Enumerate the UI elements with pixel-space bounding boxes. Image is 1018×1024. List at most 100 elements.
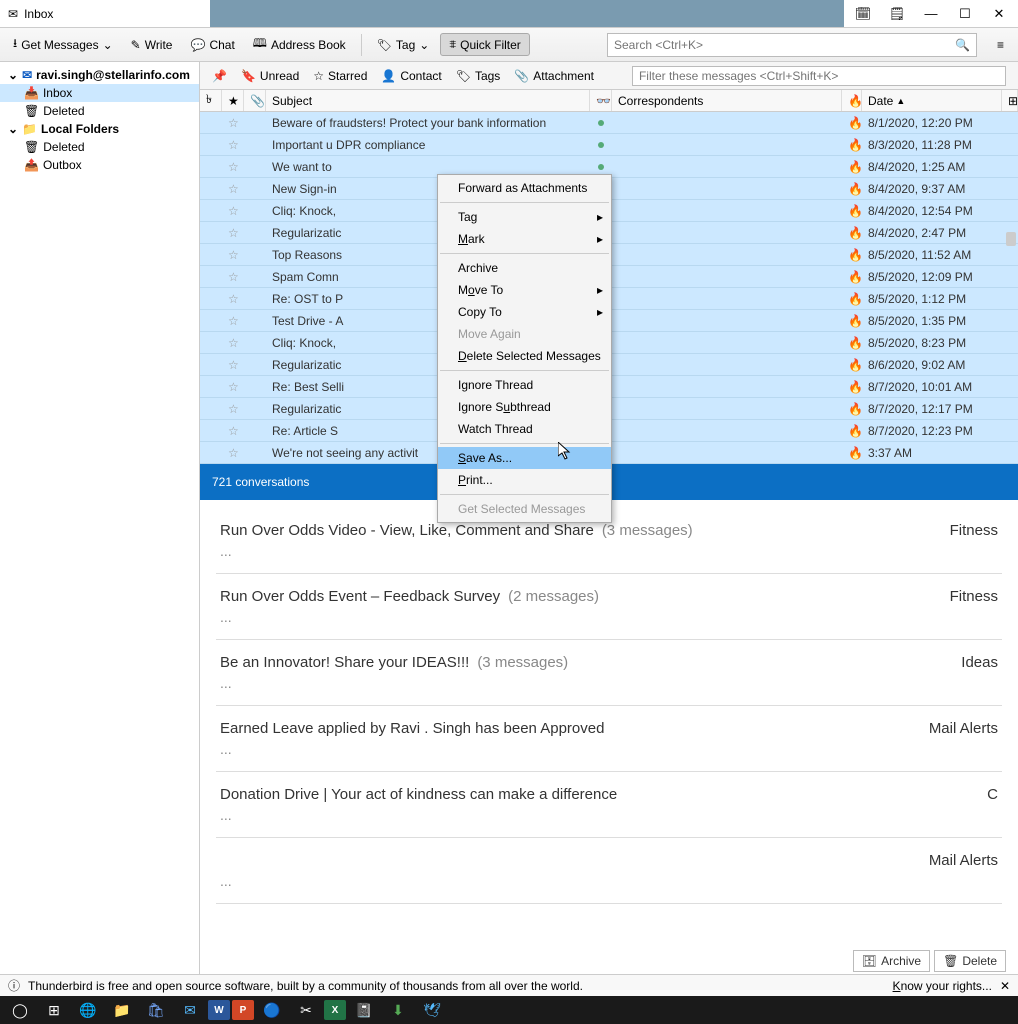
- subject-column[interactable]: Subject: [266, 90, 590, 111]
- conv-preview: ...: [220, 609, 998, 625]
- message-correspondent: [612, 244, 842, 265]
- ctx-mark[interactable]: Mark▸: [438, 228, 611, 250]
- star-icon[interactable]: ☆: [222, 178, 244, 199]
- conversation-item[interactable]: Donation Drive | Your act of kindness ca…: [216, 772, 1002, 838]
- ctx-ignore-subthread[interactable]: Ignore Subthread: [438, 396, 611, 418]
- unread-filter[interactable]: 🔖Unread: [235, 66, 305, 86]
- write-button[interactable]: ✎ Write: [124, 33, 180, 57]
- conversation-item[interactable]: Be an Innovator! Share your IDEAS!!!(3 m…: [216, 640, 1002, 706]
- idm-icon[interactable]: ⬇: [382, 998, 414, 1022]
- star-icon[interactable]: ☆: [222, 376, 244, 397]
- account-node[interactable]: ⌄ ✉ ravi.singh@stellarinfo.com: [0, 66, 199, 84]
- conversation-item[interactable]: Mail Alerts...: [216, 838, 1002, 904]
- powerpoint-icon[interactable]: P: [232, 1000, 254, 1020]
- ctx-copy-to[interactable]: Copy To▸: [438, 301, 611, 323]
- ctx-ignore-thread[interactable]: Ignore Thread: [438, 374, 611, 396]
- snip-icon[interactable]: ✂: [290, 998, 322, 1022]
- star-icon[interactable]: ☆: [222, 134, 244, 155]
- filter-input[interactable]: [632, 66, 1006, 86]
- thunderbird-icon[interactable]: 🕊: [416, 998, 448, 1022]
- excel-icon[interactable]: X: [324, 1000, 346, 1020]
- star-icon[interactable]: ☆: [222, 200, 244, 221]
- explorer-icon[interactable]: 📁: [106, 998, 138, 1022]
- star-icon[interactable]: ☆: [222, 310, 244, 331]
- fire-icon: 🔥: [842, 288, 862, 309]
- ctx-forward-attachments[interactable]: Forward as Attachments: [438, 177, 611, 199]
- fire-icon: 🔥: [842, 354, 862, 375]
- close-notice-button[interactable]: ✕: [1000, 979, 1010, 993]
- star-icon[interactable]: ☆: [222, 244, 244, 265]
- message-date: 3:37 AM: [862, 442, 1002, 463]
- ctx-print[interactable]: Print...: [438, 469, 611, 491]
- tasks-icon[interactable]: 🗒: [882, 1, 912, 27]
- star-icon[interactable]: ☆: [222, 222, 244, 243]
- local-folders-node[interactable]: ⌄ 📁 Local Folders: [0, 120, 199, 138]
- star-icon[interactable]: ☆: [222, 398, 244, 419]
- star-column[interactable]: ★: [222, 90, 244, 111]
- scrollbar-thumb[interactable]: [1006, 232, 1016, 246]
- pin-filter-button[interactable]: 📌: [206, 66, 233, 86]
- onenote-icon[interactable]: 📓: [348, 998, 380, 1022]
- star-icon[interactable]: ☆: [222, 266, 244, 287]
- folder-inbox[interactable]: 📥 Inbox: [0, 84, 199, 102]
- message-row[interactable]: ☆Beware of fraudsters! Protect your bank…: [200, 112, 1018, 134]
- word-icon[interactable]: W: [208, 1000, 230, 1020]
- message-row[interactable]: ☆Important u DPR compliance🔥8/3/2020, 11…: [200, 134, 1018, 156]
- search-icon[interactable]: 🔍: [955, 38, 970, 52]
- folder-deleted[interactable]: 🗑 Deleted: [0, 102, 199, 120]
- submenu-arrow-icon: ▸: [597, 232, 603, 246]
- ctx-move-to[interactable]: Move To▸: [438, 279, 611, 301]
- search-box[interactable]: 🔍: [607, 33, 977, 57]
- contact-filter[interactable]: 👤Contact: [375, 66, 447, 86]
- conversation-list[interactable]: Run Over Odds Video - View, Like, Commen…: [200, 500, 1018, 974]
- ctx-tag[interactable]: Tag▸: [438, 206, 611, 228]
- column-picker[interactable]: ⊞: [1002, 90, 1018, 111]
- star-icon[interactable]: ☆: [222, 354, 244, 375]
- folder-local-deleted[interactable]: 🗑 Deleted: [0, 138, 199, 156]
- ctx-save-as[interactable]: Save As...: [438, 447, 611, 469]
- store-icon[interactable]: 🛍: [140, 998, 172, 1022]
- starred-filter[interactable]: ☆Starred: [307, 66, 373, 86]
- read-column[interactable]: 👓: [590, 90, 612, 111]
- priority-column[interactable]: 🔥: [842, 90, 862, 111]
- folder-outbox[interactable]: 📤 Outbox: [0, 156, 199, 174]
- attachment-filter[interactable]: 📎Attachment: [508, 66, 600, 86]
- star-icon[interactable]: ☆: [222, 288, 244, 309]
- start-button[interactable]: ◯: [4, 998, 36, 1022]
- archive-button[interactable]: 🗄Archive: [853, 950, 930, 972]
- minimize-button[interactable]: —: [916, 1, 946, 27]
- know-your-rights-link[interactable]: Know your rights...: [893, 979, 992, 993]
- star-icon[interactable]: ☆: [222, 156, 244, 177]
- conversation-item[interactable]: Run Over Odds Event – Feedback Survey(2 …: [216, 574, 1002, 640]
- titlebar-drag[interactable]: [210, 0, 844, 27]
- star-icon[interactable]: ☆: [222, 112, 244, 133]
- maximize-button[interactable]: ☐: [950, 1, 980, 27]
- edge-icon[interactable]: 🌐: [72, 998, 104, 1022]
- close-button[interactable]: ✕: [984, 1, 1014, 27]
- tags-filter[interactable]: 🏷Tags: [450, 66, 507, 86]
- date-column[interactable]: Date▲: [862, 90, 1002, 111]
- chrome-icon[interactable]: 🔵: [256, 998, 288, 1022]
- star-icon[interactable]: ☆: [222, 420, 244, 441]
- mail-icon[interactable]: ✉: [174, 998, 206, 1022]
- delete-button[interactable]: 🗑Delete: [934, 950, 1006, 972]
- task-view-button[interactable]: ⊞: [38, 998, 70, 1022]
- ctx-watch-thread[interactable]: Watch Thread: [438, 418, 611, 440]
- quick-filter-button[interactable]: ⩨ Quick Filter: [440, 33, 529, 56]
- star-icon[interactable]: ☆: [222, 332, 244, 353]
- star-icon[interactable]: ☆: [222, 442, 244, 463]
- chat-button[interactable]: 💬 Chat: [183, 33, 241, 57]
- app-menu-button[interactable]: ≡: [989, 34, 1012, 56]
- search-input[interactable]: [614, 38, 955, 52]
- conversation-item[interactable]: Earned Leave applied by Ravi . Singh has…: [216, 706, 1002, 772]
- attachment-column[interactable]: 📎: [244, 90, 266, 111]
- thread-column[interactable]: ৳: [200, 90, 222, 111]
- get-messages-button[interactable]: ⭳ Get Messages ⌄: [6, 29, 120, 60]
- ctx-archive[interactable]: Archive: [438, 257, 611, 279]
- correspondents-column[interactable]: Correspondents: [612, 90, 842, 111]
- ctx-delete-selected[interactable]: Delete Selected Messages: [438, 345, 611, 367]
- address-book-button[interactable]: 🕮 Address Book: [246, 29, 353, 60]
- calendar-icon[interactable]: 🗓: [848, 1, 878, 27]
- conv-title: Earned Leave applied by Ravi . Singh has…: [220, 720, 604, 737]
- tag-button[interactable]: 🏷 Tag ⌄: [370, 33, 437, 57]
